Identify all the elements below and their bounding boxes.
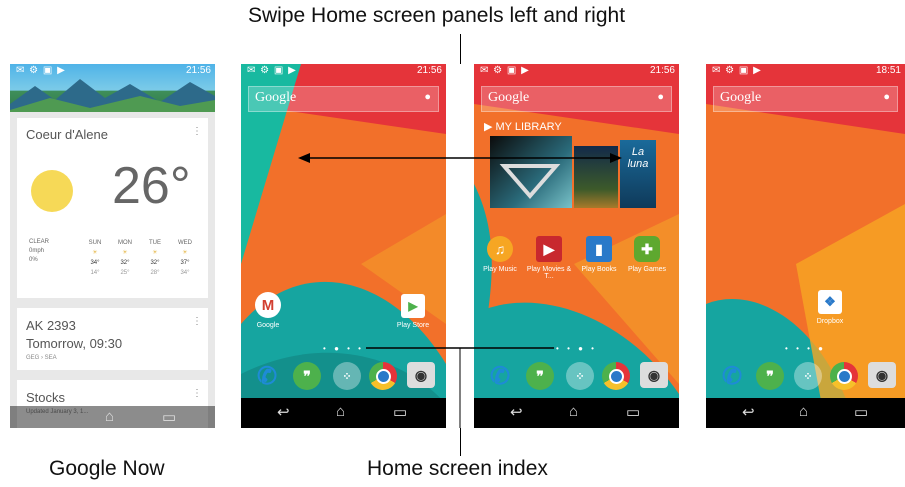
play-store-label: Play Store [396, 322, 430, 329]
nav-bar: ↩ ⌂ ▭ [241, 398, 446, 428]
camera-icon[interactable]: ◉ [868, 362, 896, 388]
home-button[interactable]: ⌂ [569, 403, 578, 420]
recents-button[interactable]: ▭ [854, 403, 868, 421]
mic-icon[interactable]: ● [883, 91, 890, 103]
dropbox-icon[interactable]: ❖ [818, 290, 842, 314]
book-cover-1[interactable] [490, 136, 572, 208]
mic-icon[interactable]: ● [657, 91, 664, 103]
my-library-label: MY LIBRARY [495, 121, 562, 133]
play-store-icon[interactable]: ▶ [401, 294, 425, 318]
phone-icon[interactable]: ✆ [718, 362, 746, 390]
play-games-icon[interactable]: ✚ [634, 236, 660, 262]
chrome-icon[interactable] [830, 362, 858, 390]
status-icons: ✉ ⚙ ▣ ▶ [247, 65, 297, 76]
card-menu-icon[interactable]: ⋮ [192, 126, 202, 137]
caption-home-index: Home screen index [367, 457, 548, 480]
hangouts-icon[interactable]: ❞ [756, 362, 784, 390]
status-time: 21:56 [416, 65, 442, 76]
back-button[interactable]: ↩ [277, 403, 290, 421]
forecast-mon: MON ☀ 32° 25° [118, 240, 132, 276]
status-icons: ✉ ⚙ ▣ ▶ [480, 65, 530, 76]
book-cover-2[interactable] [574, 146, 618, 208]
camera-icon[interactable]: ◉ [407, 362, 435, 388]
nav-bar: ↩ ⌂ ▭ [474, 398, 679, 428]
app-drawer-icon[interactable]: ⁘ [566, 362, 594, 390]
play-music-icon[interactable]: ♫ [487, 236, 513, 262]
library-widget[interactable]: La luna [490, 136, 656, 208]
home-button[interactable]: ⌂ [799, 403, 808, 420]
status-time: 21:56 [649, 65, 675, 76]
weather-temp: 26° [112, 157, 191, 215]
caption-google-now: Google Now [49, 457, 165, 480]
status-icons: ✉ ⚙ ▣ ▶ [16, 65, 66, 76]
home-screen-index: • • • ● [785, 344, 826, 353]
hangouts-icon[interactable]: ❞ [293, 362, 321, 390]
recents-button[interactable]: ▭ [626, 403, 640, 421]
status-icons: ✉ ⚙ ▣ ▶ [712, 65, 762, 76]
google-search-bar[interactable]: Google ● [248, 86, 439, 112]
hangouts-icon[interactable]: ❞ [526, 362, 554, 390]
play-movies-icon[interactable]: ▶ [536, 236, 562, 262]
weather-condition: CLEAR 0mph 0% [29, 239, 50, 263]
home-screen-index: • • ● • [556, 344, 597, 353]
chrome-icon[interactable] [369, 362, 397, 390]
google-logo: Google [720, 90, 762, 105]
app-drawer-icon[interactable]: ⁘ [794, 362, 822, 390]
phone-home-panel-2: ✉ ⚙ ▣ ▶ 21:56 Google ● ▶ MY LIBRARY La l… [474, 64, 679, 428]
back-button[interactable]: ↩ [742, 403, 755, 421]
caption-swipe: Swipe Home screen panels left and right [248, 4, 626, 27]
nav-bar: ↩ ⌂ ▭ [706, 398, 905, 428]
forecast-tue: TUE ☀ 32° 28° [149, 240, 161, 276]
my-library-header: ▶ MY LIBRARY [484, 121, 562, 133]
flight-route: GEG › SEA [26, 355, 57, 361]
phone-icon[interactable]: ✆ [486, 362, 514, 390]
phone-home-panel-3: ✉ ⚙ ▣ ▶ 18:51 Google ● ❖ Dropbox • • • ●… [706, 64, 905, 428]
forecast-sun: SUN ☀ 34° 14° [88, 240, 102, 276]
home-button[interactable]: ⌂ [105, 408, 114, 425]
card-menu-icon[interactable]: ⋮ [192, 388, 202, 399]
dropbox-label: Dropbox [816, 318, 844, 325]
play-music-label: Play Music [483, 266, 517, 273]
home-screen-index: • ● • • [323, 344, 364, 353]
book-cover-3[interactable]: La luna [620, 140, 656, 208]
gmail-label: Google [256, 322, 280, 329]
google-logo: Google [255, 90, 297, 105]
dock: ✆ ❞ ⁘ ◉ [474, 362, 679, 392]
flight-card[interactable]: AK 2393 ⋮ Tomorrow, 09:30 GEG › SEA [17, 308, 208, 370]
status-time: 18:51 [875, 65, 901, 76]
camera-icon[interactable]: ◉ [640, 362, 668, 388]
mic-icon[interactable]: ● [424, 91, 431, 103]
callout-line-bottom [460, 428, 461, 456]
phone-icon[interactable]: ✆ [253, 362, 281, 390]
play-books-label: Play Books [581, 266, 617, 273]
phone-google-now: ✉ ⚙ ▣ ▶ 21:56 Coeur d'Alene ⋮ 26° CLEAR … [10, 64, 215, 428]
status-time: 21:56 [185, 65, 211, 76]
dock: ✆ ❞ ⁘ ◉ [241, 362, 446, 392]
play-books-icon[interactable]: ▮ [586, 236, 612, 262]
dock: ✆ ❞ ⁘ ◉ [706, 362, 905, 392]
google-search-bar[interactable]: Google ● [713, 86, 898, 112]
play-games-label: Play Games [627, 266, 667, 273]
app-drawer-icon[interactable]: ⁘ [333, 362, 361, 390]
weather-city: Coeur d'Alene [26, 127, 108, 142]
callout-line-top [460, 34, 461, 64]
recents-button[interactable]: ▭ [393, 403, 407, 421]
gmail-icon[interactable]: M [255, 292, 281, 318]
nav-bar: ⌂ ▭ [10, 406, 215, 428]
weather-card[interactable]: Coeur d'Alene ⋮ 26° CLEAR 0mph 0% SUN ☀ 34… [17, 118, 208, 298]
flight-title: AK 2393 [26, 318, 76, 333]
stocks-title: Stocks [26, 390, 66, 405]
phone-home-panel-1: ✉ ⚙ ▣ ▶ 21:56 Google ● M Google ▶ Play S… [241, 64, 446, 428]
back-button[interactable]: ↩ [510, 403, 523, 421]
play-movies-label: Play Movies & T... [526, 266, 572, 280]
google-logo: Google [488, 90, 530, 105]
chrome-icon[interactable] [602, 362, 630, 390]
recents-button[interactable]: ▭ [162, 408, 176, 426]
google-search-bar[interactable]: Google ● [481, 86, 672, 112]
flight-time: Tomorrow, 09:30 [26, 336, 123, 351]
sun-icon [31, 170, 73, 212]
card-menu-icon[interactable]: ⋮ [192, 316, 202, 327]
home-button[interactable]: ⌂ [336, 403, 345, 420]
forecast-wed: WED ☀ 37° 34° [178, 240, 192, 276]
